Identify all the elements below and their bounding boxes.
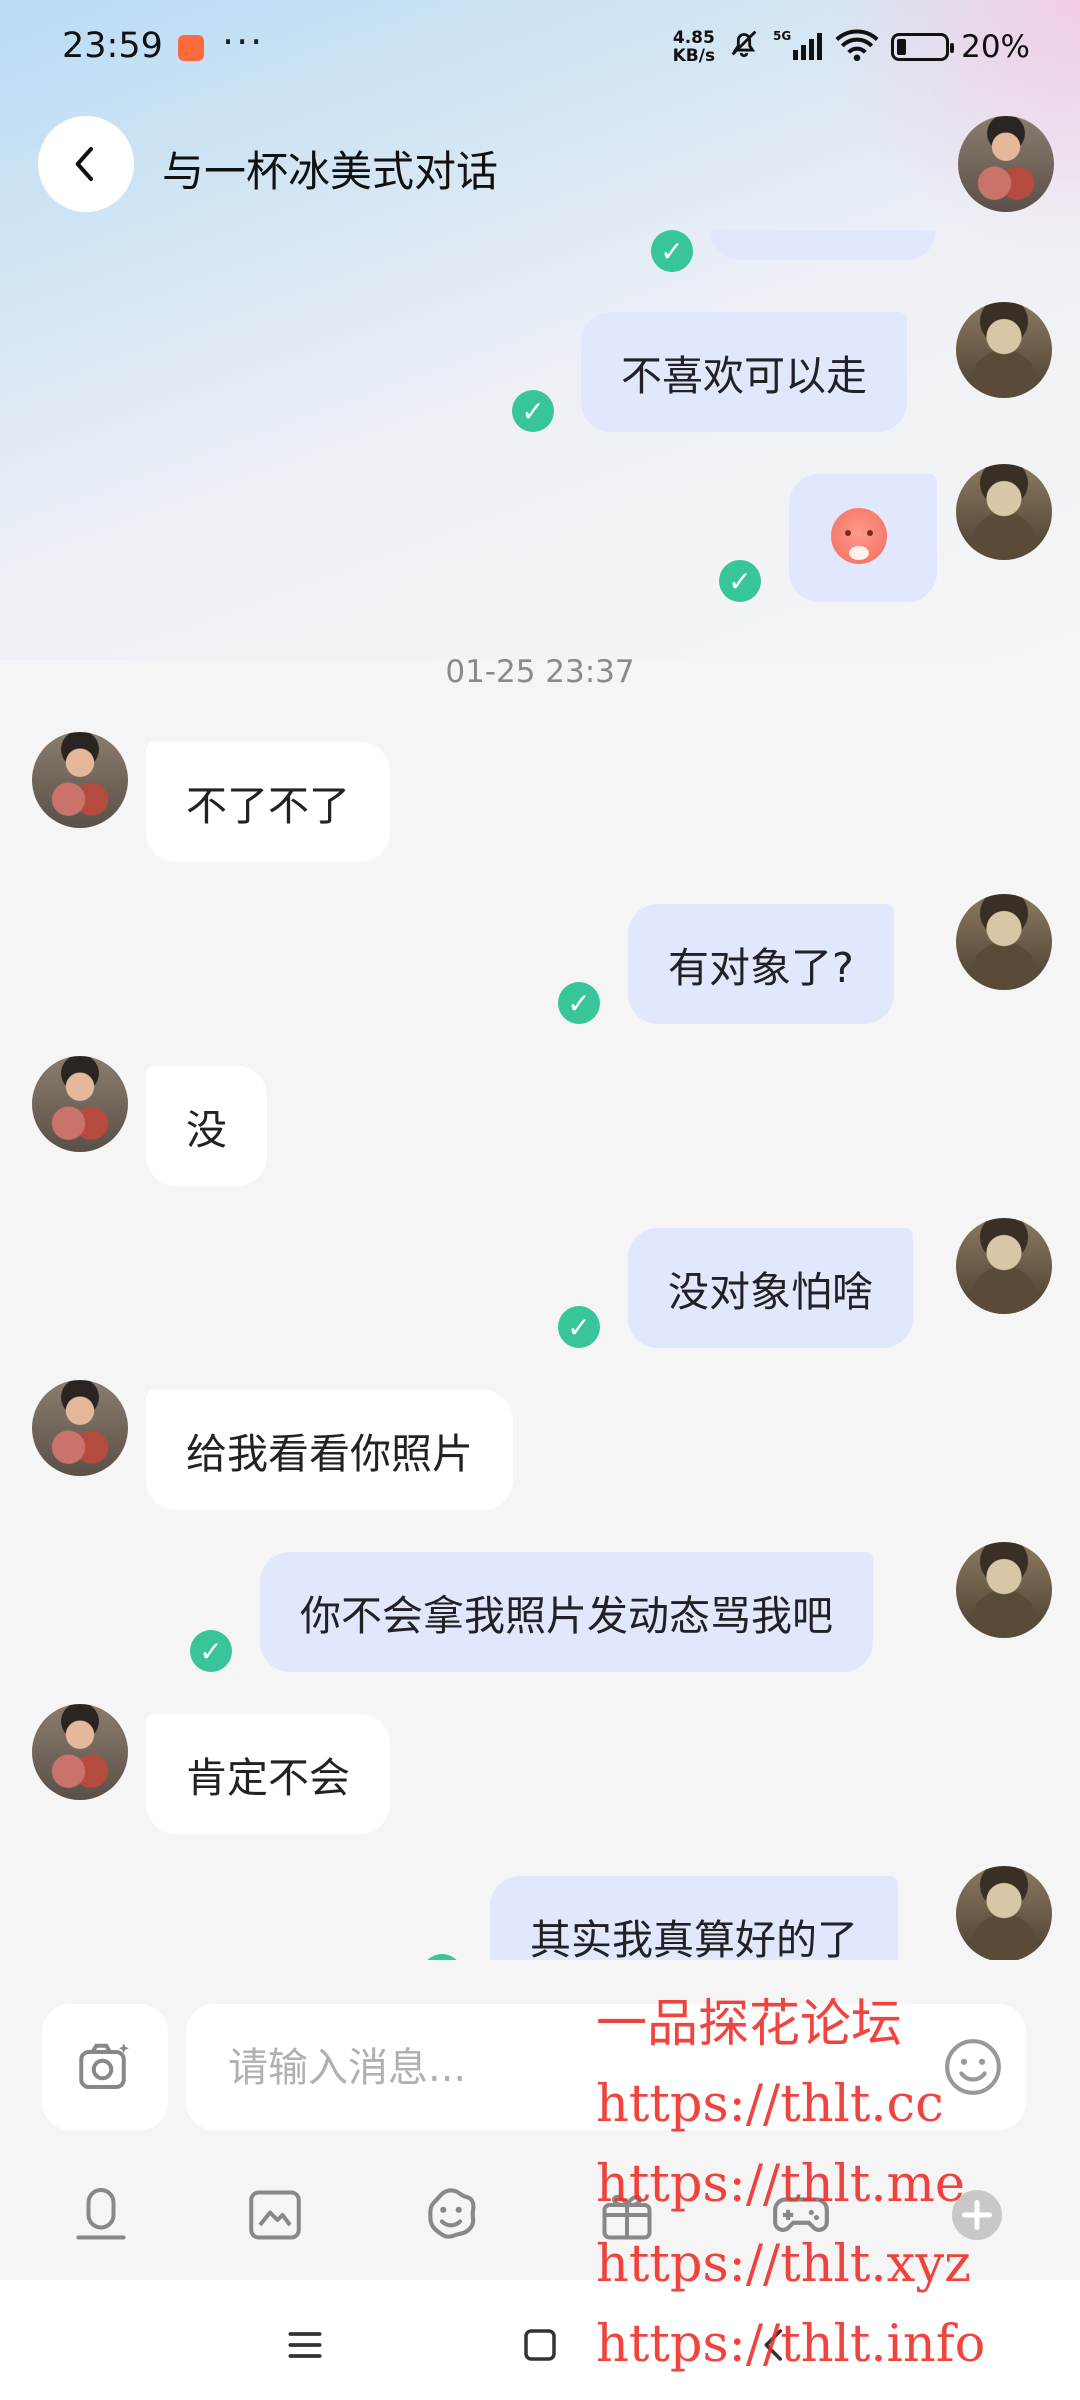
- more-notifications-icon: ···: [222, 20, 265, 64]
- message-bubble-partial[interactable]: [710, 230, 936, 260]
- voice-icon[interactable]: [66, 2180, 136, 2250]
- message-text: 给我看看你照片: [186, 1430, 473, 1478]
- menu-nav-icon[interactable]: [280, 2320, 330, 2370]
- my-avatar[interactable]: [956, 464, 1052, 560]
- chevron-left-icon: [75, 147, 93, 181]
- camera-icon: [79, 2043, 129, 2089]
- my-avatar[interactable]: [956, 894, 1052, 990]
- read-check-icon: ✓: [421, 1954, 463, 1960]
- chat-header: 与一杯冰美式对话: [0, 110, 1080, 220]
- message-bubble[interactable]: 不喜欢可以走: [581, 312, 907, 432]
- battery-icon: [891, 33, 955, 61]
- sticker-icon[interactable]: [416, 2180, 486, 2250]
- message-text: 有对象了?: [668, 944, 854, 992]
- message-text: 不了不了: [186, 782, 350, 830]
- message-text: 没: [186, 1106, 227, 1154]
- read-check-icon: ✓: [558, 1306, 600, 1348]
- message-text: 其实我真算好的了: [530, 1916, 858, 1960]
- message-text: 没对象怕啥: [668, 1268, 873, 1316]
- signal-5g-icon: 5G: [773, 28, 823, 66]
- read-check-icon: ✓: [651, 230, 693, 272]
- my-avatar[interactable]: [956, 1218, 1052, 1314]
- message-bubble[interactable]: 不了不了: [146, 742, 390, 862]
- read-check-icon: ✓: [190, 1630, 232, 1672]
- message-bubble[interactable]: 没: [146, 1066, 267, 1186]
- app-notification-icon: [178, 35, 204, 61]
- contact-avatar[interactable]: [958, 116, 1054, 212]
- read-check-icon: ✓: [719, 560, 761, 602]
- message-bubble[interactable]: 你不会拿我照片发动态骂我吧: [260, 1552, 873, 1672]
- message-timestamp: 01-25 23:37: [445, 654, 635, 690]
- network-speed: 4.85 KB/s: [673, 29, 715, 65]
- battery-percent: 20%: [961, 29, 1030, 65]
- message-text: 肯定不会: [186, 1754, 350, 1802]
- camera-button[interactable]: [42, 2004, 168, 2130]
- contact-avatar[interactable]: [32, 1056, 128, 1152]
- watermark-line: https://thlt.cc: [596, 2075, 944, 2134]
- chat-title: 与一杯冰美式对话: [162, 147, 499, 196]
- watermark-line: https://thlt.info: [596, 2315, 986, 2374]
- svg-text:5G: 5G: [773, 29, 791, 43]
- image-icon[interactable]: [240, 2180, 310, 2250]
- back-button[interactable]: [38, 116, 134, 212]
- contact-avatar[interactable]: [32, 732, 128, 828]
- message-bubble[interactable]: 肯定不会: [146, 1714, 390, 1834]
- watermark-line: https://thlt.me: [596, 2155, 966, 2214]
- status-time: 23:59: [62, 26, 163, 66]
- message-bubble[interactable]: 有对象了?: [628, 904, 894, 1024]
- read-check-icon: ✓: [558, 982, 600, 1024]
- message-bubble[interactable]: 没对象怕啥: [628, 1228, 913, 1348]
- my-avatar[interactable]: [956, 302, 1052, 398]
- status-bar: 23:59 ··· 4.85 KB/s 5G 20%: [0, 0, 1080, 100]
- net-speed-value: 4.85: [672, 28, 715, 48]
- message-text: 不喜欢可以走: [621, 352, 867, 400]
- watermark-line: https://thlt.xyz: [596, 2235, 972, 2294]
- message-text: 你不会拿我照片发动态骂我吧: [300, 1592, 833, 1640]
- my-avatar[interactable]: [956, 1866, 1052, 1960]
- wifi-icon: [835, 28, 879, 66]
- message-bubble[interactable]: 给我看看你照片: [146, 1390, 513, 1510]
- net-speed-unit: KB/s: [672, 46, 716, 66]
- home-nav-icon[interactable]: [515, 2320, 565, 2370]
- mute-bell-icon: [727, 26, 761, 68]
- contact-avatar[interactable]: [32, 1704, 128, 1800]
- contact-avatar[interactable]: [32, 1380, 128, 1476]
- read-check-icon: ✓: [512, 390, 554, 432]
- message-bubble[interactable]: 其实我真算好的了: [490, 1876, 898, 1960]
- message-list[interactable]: ✓ ✓ 不喜欢可以走 ✓ 01-25 23:37 不了不了 ✓ 有对象了? 没 …: [0, 230, 1080, 1960]
- my-avatar[interactable]: [956, 1542, 1052, 1638]
- pleading-face-sticker: [831, 508, 887, 564]
- watermark-overlay: 一品探花论坛 https://thlt.cc https://thlt.me h…: [596, 1985, 985, 2385]
- watermark-line: 一品探花论坛: [596, 1995, 903, 2054]
